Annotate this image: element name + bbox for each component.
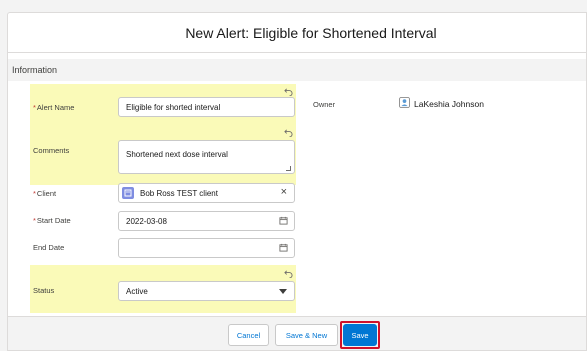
owner-label: Owner — [313, 100, 336, 109]
undo-icon[interactable] — [284, 128, 293, 139]
dropdown-arrow-icon — [279, 288, 287, 297]
modal-header: New Alert: Eligible for Shortened Interv… — [8, 13, 586, 53]
end-date-input[interactable] — [118, 238, 295, 258]
owner-value[interactable]: LaKeshia Johnson — [399, 97, 484, 110]
textarea-resize-icon[interactable] — [286, 166, 291, 171]
save-and-new-button[interactable]: Save & New — [275, 324, 338, 346]
close-icon[interactable]: × — [281, 186, 287, 198]
calendar-icon[interactable] — [279, 216, 288, 227]
new-alert-modal: New Alert: Eligible for Shortened Interv… — [7, 12, 587, 351]
owner-name: LaKeshia Johnson — [414, 98, 484, 109]
start-date-label: *Start Date — [33, 216, 71, 225]
section-title: Information — [12, 65, 58, 75]
modal-title: New Alert: Eligible for Shortened Interv… — [185, 24, 437, 41]
information-section-header[interactable]: Information — [8, 59, 586, 81]
undo-icon[interactable] — [284, 269, 293, 280]
start-date-input[interactable]: 2022-03-08 — [118, 211, 295, 231]
alert-name-label: *Alert Name — [33, 103, 75, 112]
cancel-button[interactable]: Cancel — [228, 324, 269, 346]
client-label: *Client — [33, 189, 57, 198]
comments-label: Comments — [33, 146, 70, 155]
alert-name-input[interactable]: Eligible for shorted interval — [118, 97, 295, 117]
owner-user-icon — [399, 97, 410, 110]
status-select[interactable]: Active — [118, 281, 295, 301]
required-asterisk: * — [33, 216, 36, 225]
calendar-icon[interactable] — [279, 243, 288, 254]
client-record-icon — [122, 187, 134, 199]
modal-footer: Cancel Save & New Save — [8, 316, 586, 350]
comments-textarea[interactable]: Shortened next dose interval — [118, 140, 295, 174]
client-lookup-pill[interactable]: Bob Ross TEST client × — [118, 183, 295, 203]
status-label: Status — [33, 286, 55, 295]
required-asterisk: * — [33, 103, 36, 112]
end-date-label: End Date — [33, 243, 65, 252]
save-button[interactable]: Save — [343, 324, 377, 346]
required-asterisk: * — [33, 189, 36, 198]
